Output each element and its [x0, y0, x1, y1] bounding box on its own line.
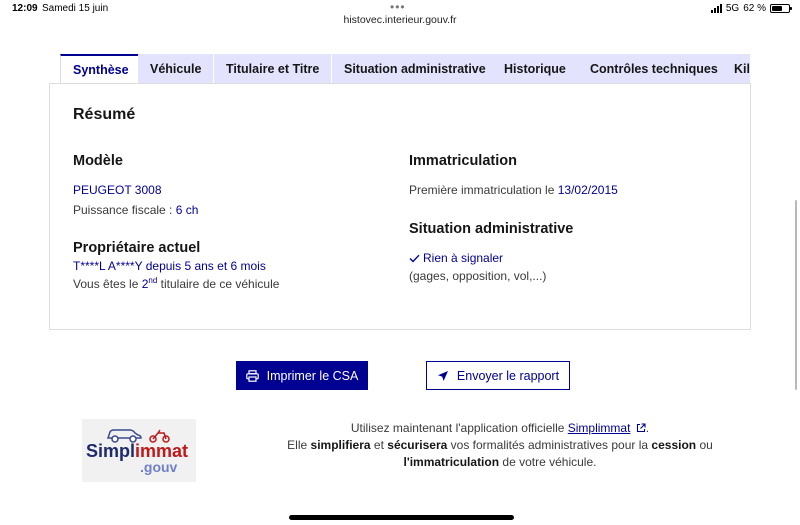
first-registration: Première immatriculation le 13/02/2015 — [409, 183, 618, 197]
printer-icon — [245, 369, 259, 382]
fiscal-power-label: Puissance fiscale : — [73, 203, 173, 217]
owner-rank-prefix: Vous êtes le — [73, 277, 139, 291]
simplimmat-line-1: Utilisez maintenant l'application offici… — [350, 421, 650, 435]
send-report-label: Envoyer le rapport — [456, 368, 560, 383]
print-csa-label: Imprimer le CSA — [266, 368, 359, 383]
model-name: PEUGEOT 3008 — [73, 183, 162, 197]
simplimmat-logo[interactable]: Simplimmat .gouv — [82, 419, 196, 482]
admin-status: Rien à signaler — [409, 251, 503, 265]
first-registration-date: 13/02/2015 — [557, 183, 618, 197]
network-type: 5G — [725, 3, 740, 14]
check-icon — [409, 254, 420, 263]
simplimmat-line-2: Elle simplifiera et sécurisera vos forma… — [287, 438, 713, 452]
status-time: 12:09 — [12, 3, 38, 14]
battery-percent: 62 % — [743, 3, 766, 14]
simplimmat-link[interactable]: Simplimmat — [568, 421, 631, 435]
signal-icon — [710, 4, 722, 13]
tab-situation-administrative[interactable]: Situation administrative — [332, 54, 498, 84]
admin-detail: (gages, opposition, vol,...) — [409, 269, 547, 283]
multitask-dots-icon[interactable]: ••• — [390, 0, 406, 14]
owner-since-value: 5 ans et 6 mois — [184, 259, 266, 273]
owner-heading: Propriétaire actuel — [73, 240, 201, 256]
owner-info: T****L A****Y depuis 5 ans et 6 mois — [73, 259, 266, 273]
owner-rank-number: 2nd — [141, 276, 158, 291]
tab-bar: Synthèse Véhicule Titulaire et Titre Sit… — [60, 54, 750, 84]
home-indicator[interactable] — [289, 515, 514, 520]
tab-kilometrage[interactable]: Kilométrage — [722, 54, 750, 84]
send-report-button[interactable]: Envoyer le rapport — [426, 361, 570, 390]
owner-rank: Vous êtes le 2nd titulaire de ce véhicul… — [73, 276, 279, 291]
fiscal-power-value: 6 ch — [175, 203, 199, 217]
summary-title: Résumé — [73, 106, 136, 123]
tab-titulaire-et-titre[interactable]: Titulaire et Titre — [214, 54, 332, 84]
tab-synthese[interactable]: Synthèse — [60, 54, 142, 84]
simplimmat-logo-gouv: .gouv — [140, 459, 178, 475]
first-registration-label: Première immatriculation le — [409, 183, 555, 197]
send-icon — [437, 370, 448, 381]
status-right: 5G 62 % — [710, 3, 792, 14]
owner-name: T****L A****Y — [73, 259, 143, 273]
model-heading: Modèle — [73, 153, 123, 169]
print-csa-button[interactable]: Imprimer le CSA — [236, 361, 368, 390]
status-date: Samedi 15 juin — [42, 3, 109, 14]
address-bar[interactable]: histovec.interieur.gouv.fr — [0, 14, 800, 26]
page-scrollbar[interactable] — [795, 200, 797, 390]
owner-since-label: depuis — [145, 259, 182, 273]
battery-icon — [770, 4, 792, 13]
simplimmat-line-3: l'immatriculation de votre véhicule. — [403, 455, 597, 469]
fiscal-power: Puissance fiscale : 6 ch — [73, 203, 198, 217]
registration-heading: Immatriculation — [409, 153, 517, 169]
admin-status-text: Rien à signaler — [423, 251, 504, 265]
tab-vehicule[interactable]: Véhicule — [138, 54, 214, 84]
owner-rank-text: titulaire de ce véhicule — [160, 277, 280, 291]
tab-historique[interactable]: Historique — [492, 54, 578, 84]
external-link-icon — [636, 423, 646, 433]
tab-controles-techniques[interactable]: Contrôles techniques — [578, 54, 730, 84]
admin-heading: Situation administrative — [409, 221, 574, 237]
